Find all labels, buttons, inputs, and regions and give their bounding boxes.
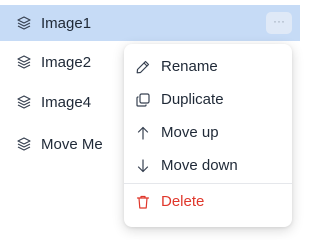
layer-label: Image4 [41, 93, 92, 111]
layers-icon [16, 136, 32, 152]
layer-row-image1[interactable]: Image1 [0, 5, 300, 41]
arrow-down-icon [135, 158, 151, 174]
arrow-up-icon [135, 125, 151, 141]
menu-item-label: Rename [161, 58, 218, 75]
layer-label: Image2 [41, 53, 92, 71]
more-options-button[interactable]: ··· [266, 12, 292, 34]
menu-item-move-up[interactable]: Move up [124, 116, 292, 149]
menu-item-move-down[interactable]: Move down [124, 149, 292, 182]
menu-item-label: Delete [161, 193, 205, 210]
menu-item-label: Duplicate [161, 91, 224, 108]
pencil-icon [135, 59, 151, 75]
layers-icon [16, 94, 32, 110]
menu-item-rename[interactable]: Rename [124, 50, 292, 83]
trash-icon [135, 194, 151, 210]
layers-icon [16, 15, 32, 31]
more-dots-icon: ··· [273, 13, 285, 28]
menu-item-delete[interactable]: Delete [124, 185, 292, 218]
context-menu: Rename Duplicate Move up Move down Delet… [124, 44, 292, 227]
duplicate-icon [135, 92, 151, 108]
layer-label: Move Me [41, 135, 103, 153]
layer-label: Image1 [41, 14, 92, 32]
layers-icon [16, 54, 32, 70]
menu-item-duplicate[interactable]: Duplicate [124, 83, 292, 116]
menu-item-label: Move up [161, 124, 219, 141]
menu-item-label: Move down [161, 157, 238, 174]
menu-divider [124, 183, 292, 184]
